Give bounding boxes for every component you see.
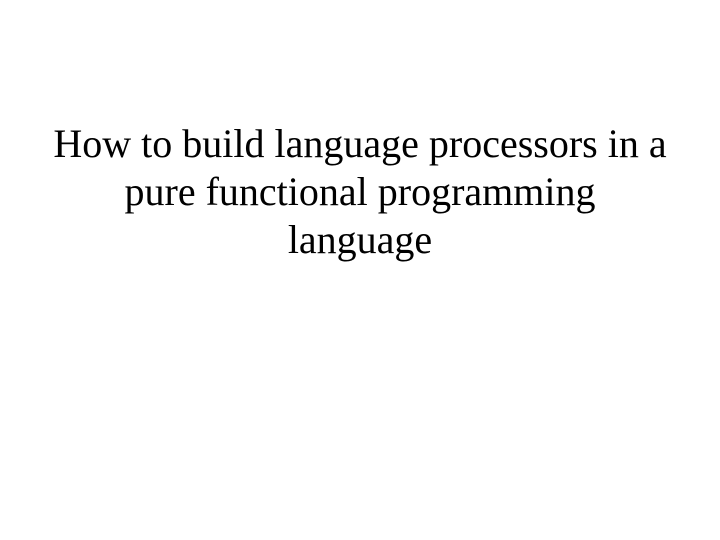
slide-container: How to build language processors in a pu… <box>0 0 720 540</box>
slide-title: How to build language processors in a pu… <box>50 120 670 264</box>
